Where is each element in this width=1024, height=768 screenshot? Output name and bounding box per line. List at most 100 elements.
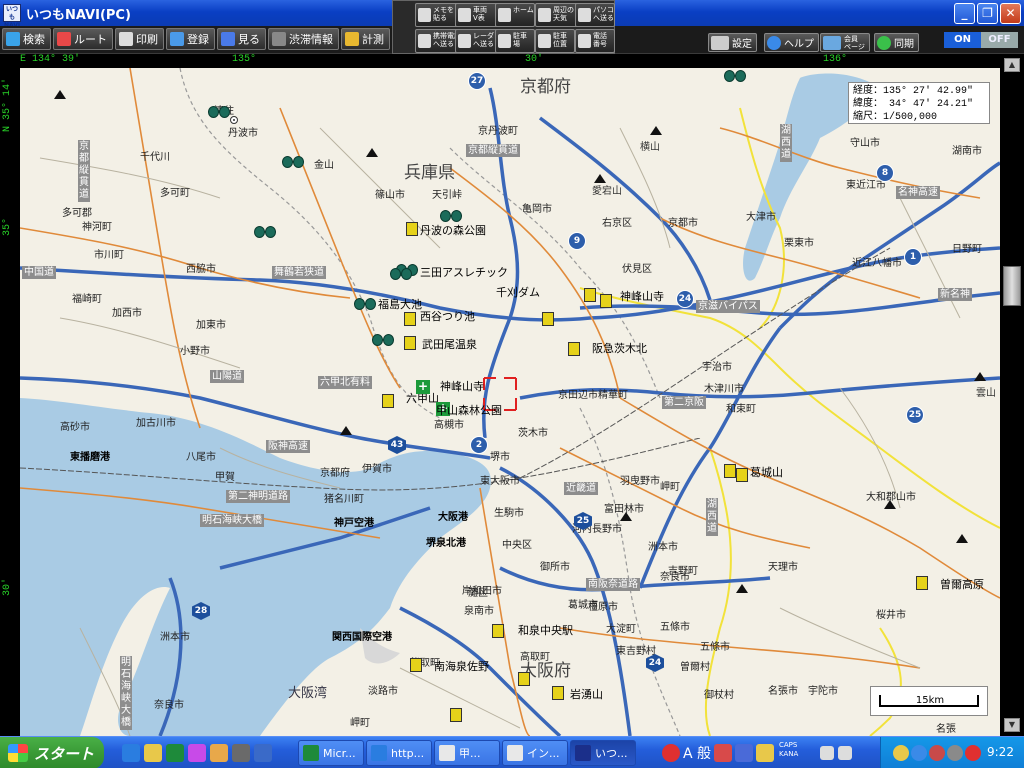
ime-bar[interactable]: A 般 xyxy=(662,742,775,764)
app-tray-icon[interactable] xyxy=(929,745,945,761)
shop-icon xyxy=(404,312,416,326)
sync-button[interactable]: 同期 xyxy=(874,33,919,52)
city-label: 右京区 xyxy=(602,218,632,229)
zoom-up-arrow[interactable]: ▲ xyxy=(1004,58,1020,72)
zoom-slider-thumb[interactable] xyxy=(1003,266,1021,306)
poi-label: 南海泉佐野 xyxy=(434,660,489,673)
poi-label: 千刈ダム xyxy=(496,286,540,299)
city-label: 名張 xyxy=(936,724,956,735)
city-label: 日野町 xyxy=(952,244,982,255)
city-label: 多可町 xyxy=(160,188,190,199)
tel-label: 電話 番号 xyxy=(593,32,607,48)
poi-label: 阪急茨木北 xyxy=(592,342,647,355)
help-button[interactable]: ヘルプ xyxy=(764,33,819,52)
tel-icon xyxy=(578,34,591,48)
tel-button[interactable]: 電話 番号 xyxy=(575,29,615,53)
city-label: 五條市 xyxy=(660,622,690,633)
start-button[interactable]: スタート xyxy=(0,737,104,768)
restore-button[interactable]: ❐ xyxy=(977,3,998,24)
zoom-scrollbar[interactable]: ▲ ▼ xyxy=(1000,54,1024,736)
ime-dict-icon[interactable] xyxy=(756,744,775,762)
city-label: 洲本市 xyxy=(648,542,678,553)
city-label: 亀岡市 xyxy=(522,204,552,215)
task-browser[interactable]: http... xyxy=(366,740,432,766)
shop-icon xyxy=(518,672,530,686)
road-label: 南阪奈道路 xyxy=(586,578,640,591)
shop-icon xyxy=(410,658,422,672)
task-itsumo-navi[interactable]: いつ... xyxy=(570,740,636,766)
measure-label: 計測 xyxy=(362,33,384,46)
road-label: 第二神明道路 xyxy=(226,490,290,503)
folder-quicklaunch-icon[interactable] xyxy=(144,744,162,762)
task-label: イン... xyxy=(527,747,560,760)
poi-label: 神峰山寺 xyxy=(620,290,664,303)
shop-icon xyxy=(404,336,416,350)
road-label: 湖西道 xyxy=(706,498,718,536)
zoom-down-arrow[interactable]: ▼ xyxy=(1004,718,1020,732)
city-label: 宇陀市 xyxy=(808,686,838,697)
minimize-button[interactable]: _ xyxy=(954,3,975,24)
city-label: 奈良市 xyxy=(154,700,184,711)
route-shield: 25 xyxy=(906,406,924,424)
toggle-off[interactable]: OFF xyxy=(981,32,1018,48)
task-network[interactable]: イン... xyxy=(502,740,568,766)
ie-quicklaunch-icon[interactable] xyxy=(122,744,140,762)
excel-quicklaunch-icon[interactable] xyxy=(166,744,184,762)
on-off-toggle[interactable]: ON OFF xyxy=(944,32,1018,48)
print-button[interactable]: 印刷 xyxy=(115,28,164,50)
send-radar-label: レーダ へ送る xyxy=(473,32,494,48)
settings-button[interactable]: 設定 xyxy=(708,33,757,52)
volume-icon[interactable] xyxy=(947,745,963,761)
caps-label: CAPS xyxy=(779,741,798,749)
send-pc-label: パソコン へ送る xyxy=(593,6,614,22)
ime-pad-icon[interactable] xyxy=(735,744,754,762)
city-label: 大淀町 xyxy=(606,624,636,635)
home-button[interactable]: ホーム xyxy=(495,3,535,27)
port-label: 堺泉北港 xyxy=(426,538,466,549)
poi-label: 甲山森林公園 xyxy=(436,404,502,417)
shop-icon xyxy=(542,312,554,326)
parking-position-button[interactable]: 駐車 位置 xyxy=(535,29,575,53)
memo-icon xyxy=(418,8,431,22)
map-canvas[interactable]: 京都府 兵庫県 大阪府 丹波市 清住 京丹波町 金山 千代川 篠山市 天引峠 亀… xyxy=(20,68,1000,736)
parking-button[interactable]: 駐車 場 xyxy=(495,29,535,53)
ime-menu-icon[interactable] xyxy=(838,746,852,760)
longitude-ruler: E 134° 39' 135° 30' 136° xyxy=(0,54,1024,68)
city-label: 高槻市 xyxy=(434,420,464,431)
register-button[interactable]: 登録 xyxy=(166,28,215,50)
task-app[interactable]: 甲... xyxy=(434,740,500,766)
road-label: 京都縦貫道 xyxy=(78,140,90,202)
route-button[interactable]: ルート xyxy=(53,28,113,50)
ime-help-icon[interactable] xyxy=(820,746,834,760)
app3-quicklaunch-icon[interactable] xyxy=(254,744,272,762)
route-shield: 27 xyxy=(468,72,486,90)
toggle-on[interactable]: ON xyxy=(944,32,981,48)
ime-tool-icon[interactable] xyxy=(714,744,733,762)
app2-quicklaunch-icon[interactable] xyxy=(232,744,250,762)
security-icon[interactable] xyxy=(893,745,909,761)
sync-icon xyxy=(877,35,891,50)
member-button[interactable]: 会員 ページ xyxy=(820,33,870,52)
road-label: 六甲北有料 xyxy=(318,376,372,389)
traffic-button[interactable]: 渋滞情報 xyxy=(268,28,339,50)
measure-button[interactable]: 計測 xyxy=(341,28,390,50)
kana-label: KANA xyxy=(779,750,799,758)
ime-icon[interactable] xyxy=(662,744,680,762)
app-quicklaunch-icon[interactable] xyxy=(188,744,206,762)
city-label: 生駒市 xyxy=(494,508,524,519)
itsumo-icon xyxy=(575,745,591,761)
plane-quicklaunch-icon[interactable] xyxy=(210,744,228,762)
search-button[interactable]: 検索 xyxy=(2,28,51,50)
poi-label: 三田アスレチック xyxy=(420,266,508,279)
network-tray-icon[interactable] xyxy=(911,745,927,761)
close-button[interactable]: ✕ xyxy=(1000,3,1021,24)
send-pc-button[interactable]: パソコン へ送る xyxy=(575,3,615,27)
task-excel[interactable]: Micr... xyxy=(298,740,364,766)
route-shield: 1 xyxy=(904,248,922,266)
view-button[interactable]: 見る xyxy=(217,28,266,50)
task-label: http... xyxy=(391,746,425,760)
ime-mode[interactable]: A 般 xyxy=(683,743,711,763)
alert-icon[interactable] xyxy=(965,745,981,761)
app-icon xyxy=(439,745,455,761)
shop-icon xyxy=(552,686,564,700)
